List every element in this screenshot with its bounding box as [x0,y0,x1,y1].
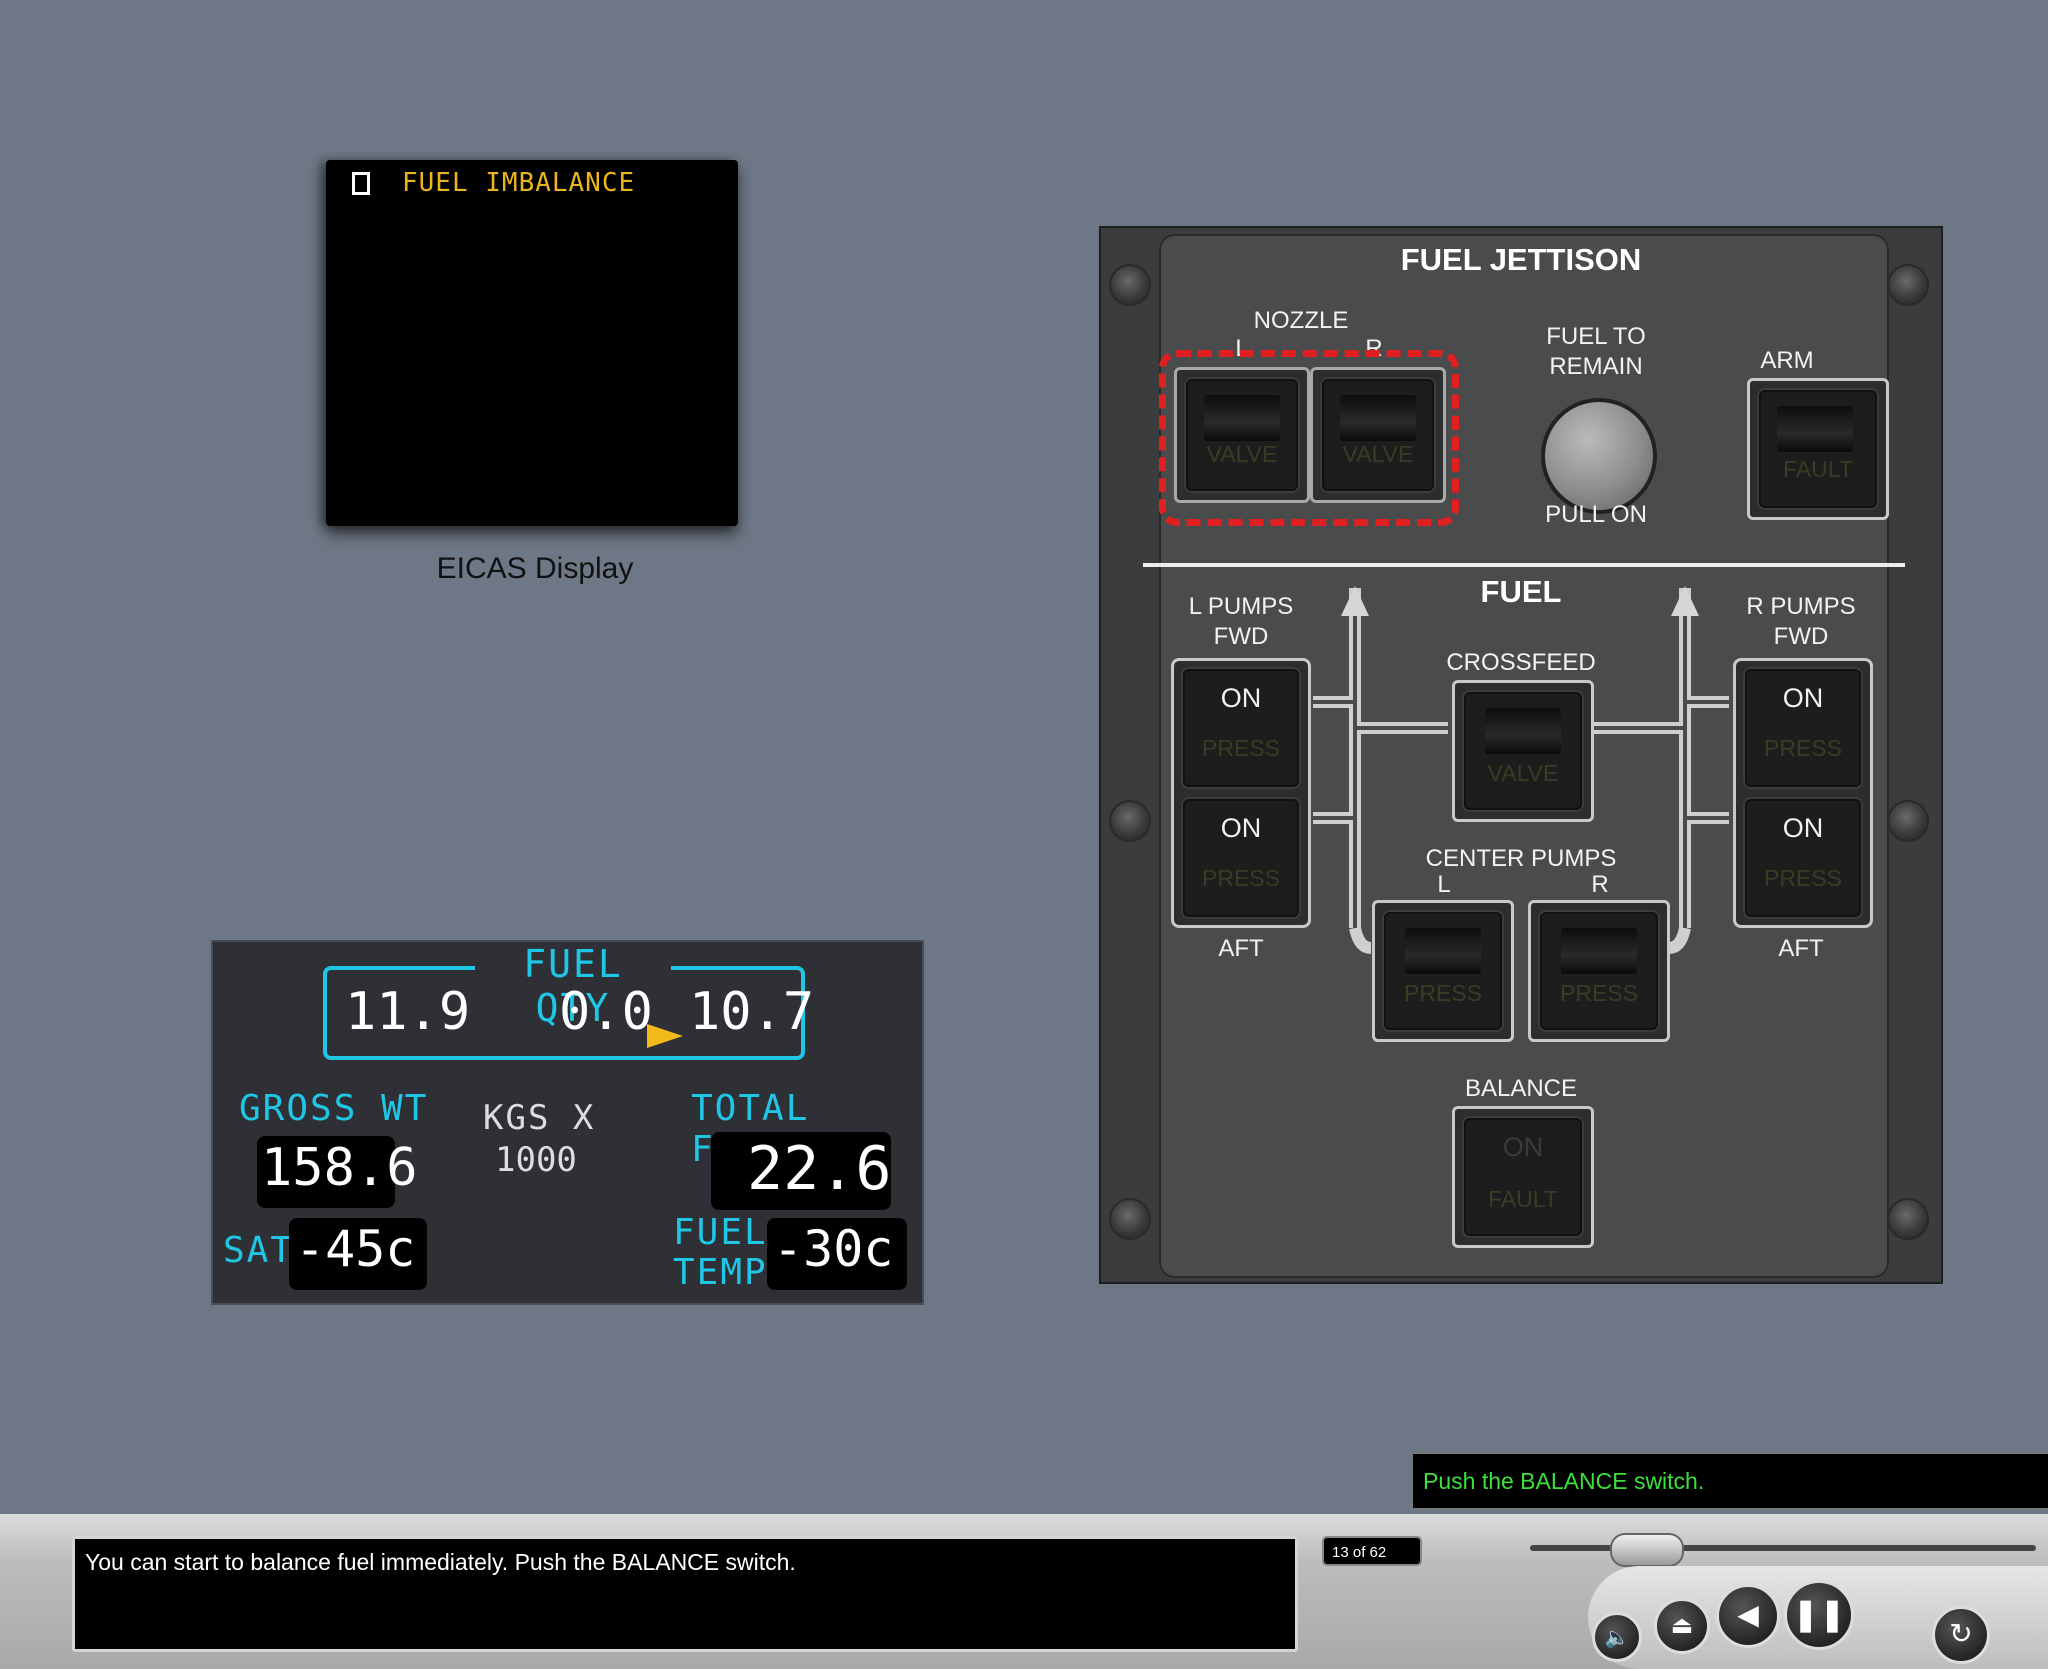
left-arrow-icon [1341,586,1369,616]
eject-icon[interactable]: ⏏ [1654,1598,1710,1654]
r-pumps-line-1: R PUMPS [1746,593,1856,620]
fuel-quantity-display: FUEL QTY 11.9 0.0 10.7 GROSS WT 158.6 KG… [211,940,924,1305]
r-pump-fwd-switch[interactable]: ON PRESS [1745,669,1861,787]
center-pump-l-switch[interactable]: PRESS [1372,900,1514,1042]
l-pumps-line-1: L PUMPS [1188,593,1294,620]
l-pump-aft-on: ON [1220,813,1262,843]
r-pump-aft-on: ON [1782,813,1824,843]
right-tank-value: 10.7 [689,982,815,1042]
balance-switch[interactable]: ON FAULT [1452,1106,1594,1248]
center-pump-l-key: PRESS [1384,912,1502,1030]
r-aft-label: AFT [1778,935,1824,962]
center-pump-r-bar [1561,928,1637,974]
l-pump-aft-press: PRESS [1202,865,1280,891]
sat-value: -45c [295,1220,416,1278]
volume-icon[interactable]: 🔈 [1592,1612,1642,1662]
center-pump-r-press: PRESS [1560,980,1638,1006]
total-fuel-box: 22.6 [711,1132,892,1210]
units-line-2: 1000 [495,1140,577,1180]
balance-label: BALANCE [1464,1075,1578,1102]
center-r-label: R [1591,871,1609,898]
l-pumps-line-2: FWD [1213,623,1269,650]
r-pump-aft-switch[interactable]: ON PRESS [1745,799,1861,917]
r-pump-fwd-press: PRESS [1764,735,1842,761]
l-pump-aft-switch[interactable]: ON PRESS [1183,799,1299,917]
left-tank-value: 11.9 [345,982,471,1042]
units-line-1: KGS X [483,1098,596,1138]
crossfeed-key: VALVE [1464,692,1582,810]
center-pump-l-press: PRESS [1404,980,1482,1006]
center-pump-r-key: PRESS [1540,912,1658,1030]
eicas-message: FUEL IMBALANCE [402,168,636,198]
gross-wt-value: 158.6 [261,1138,418,1198]
crossfeed-label: CROSSFEED [1446,649,1596,676]
progress-slider-track[interactable] [1530,1545,2036,1551]
l-pumps-group: ON PRESS ON PRESS [1171,658,1311,928]
fuel-temp-label-1: FUEL [673,1212,768,1253]
balance-on-legend: ON [1502,1132,1544,1162]
playback-controls: 🔈 ⏏ ◀ ❚❚ ↻ [1588,1566,2048,1669]
fuel-temp-value: -30c [773,1220,894,1278]
r-pumps-group: ON PRESS ON PRESS [1733,658,1873,928]
balance-fault-legend: FAULT [1488,1186,1558,1212]
imbalance-arrow-icon [647,1024,683,1048]
eicas-message-box-icon [352,172,370,195]
l-pump-fwd-switch[interactable]: ON PRESS [1183,669,1299,787]
l-aft-label: AFT [1218,935,1264,962]
balance-key: ON FAULT [1464,1118,1582,1236]
page-counter: 13 of 62 [1322,1536,1422,1566]
fuel-temp-label-2: TEMP [673,1252,768,1293]
l-pump-fwd-on: ON [1220,683,1262,713]
crossfeed-switch[interactable]: VALVE [1452,680,1594,822]
fuel-jettison-panel: FUEL JETTISON NOZZLE L R VALVE VALVE FUE… [1099,226,1943,1284]
pause-icon[interactable]: ❚❚ [1784,1580,1854,1650]
crossfeed-bar [1485,708,1561,754]
narration-text: You can start to balance fuel immediatel… [72,1536,1298,1652]
back-icon[interactable]: ◀ [1716,1584,1780,1648]
instruction-prompt: Push the BALANCE switch. [1411,1452,2048,1510]
eicas-caption: EICAS Display [436,552,634,585]
r-pump-aft-press: PRESS [1764,865,1842,891]
fuel-temp-box: -30c [767,1218,907,1290]
l-pump-fwd-press: PRESS [1202,735,1280,761]
gross-wt-label: GROSS WT [239,1088,429,1129]
replay-icon[interactable]: ↻ [1932,1606,1990,1664]
crossfeed-legend: VALVE [1487,760,1559,786]
eicas-display: FUEL IMBALANCE [326,160,738,526]
center-pump-r-switch[interactable]: PRESS [1528,900,1670,1042]
right-arrow-icon [1671,586,1699,616]
center-pump-l-bar [1405,928,1481,974]
r-pump-fwd-on: ON [1782,683,1824,713]
sat-box: -45c [289,1218,427,1290]
progress-slider-thumb[interactable] [1610,1533,1684,1567]
center-tank-value: 0.0 [559,982,653,1042]
sat-label: SAT [223,1230,295,1271]
center-l-label: L [1437,871,1451,898]
gross-wt-box: 158.6 [257,1136,418,1208]
total-fuel-value: 22.6 [747,1134,892,1204]
r-pumps-line-2: FWD [1773,623,1829,650]
